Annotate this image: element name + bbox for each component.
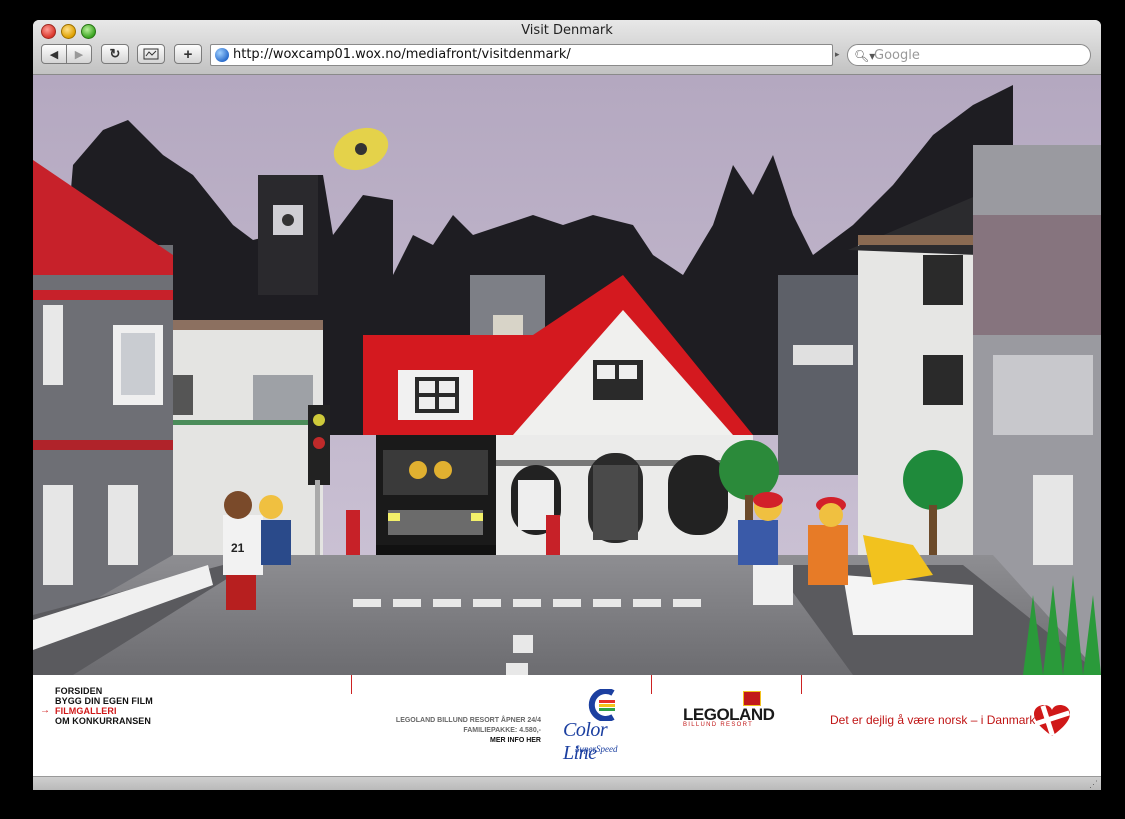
status-bar: ⋰	[33, 776, 1101, 790]
colorline-sub: SuperSpeed	[575, 744, 618, 754]
nav-om-konkurransen[interactable]: OM KONKURRANSEN	[55, 716, 153, 726]
back-arrow-icon: ◀	[49, 48, 59, 61]
legoland-logo[interactable]: LEGOLAND BILLUND RESORT	[683, 691, 775, 728]
lego-brick-icon	[743, 691, 761, 706]
legoland-promo[interactable]: LEGOLAND BILLUND RESORT ÅPNER 24/4 FAMIL…	[396, 716, 541, 746]
site-footer: → FORSIDEN BYGG DIN EGEN FILM FILMGALLER…	[33, 675, 1101, 776]
promo-line-2: FAMILIEPAKKE: 4.580,-	[463, 727, 541, 734]
colorline-mark-icon	[588, 689, 615, 721]
title-bar: Visit Denmark ◀ ▶ ↻ + http://woxcamp01.w…	[33, 20, 1101, 75]
address-bar[interactable]: http://woxcamp01.wox.no/mediafront/visit…	[210, 44, 833, 66]
forward-button[interactable]: ▶	[66, 44, 92, 64]
reload-button[interactable]: ↻	[101, 44, 129, 64]
site-nav: → FORSIDEN BYGG DIN EGEN FILM FILMGALLER…	[40, 686, 153, 726]
active-arrow-icon: →	[40, 705, 50, 716]
reload-icon: ↻	[109, 46, 121, 61]
back-button[interactable]: ◀	[41, 44, 67, 64]
nav-filmgalleri[interactable]: FILMGALLERI	[55, 706, 153, 716]
divider	[651, 675, 652, 694]
globe-icon	[215, 48, 229, 62]
svg-text:21: 21	[231, 541, 245, 555]
nav-bygg-din-egen-film[interactable]: BYGG DIN EGEN FILM	[55, 696, 153, 706]
window-title: Visit Denmark	[521, 23, 613, 38]
address-url: http://woxcamp01.wox.no/mediafront/visit…	[233, 47, 571, 62]
add-bookmark-button[interactable]: +	[174, 44, 202, 64]
snapback-button[interactable]	[137, 44, 165, 64]
divider	[801, 675, 802, 694]
tagline[interactable]: Det er dejlig å være norsk – i Danmark	[830, 713, 1035, 727]
divider	[351, 675, 352, 694]
promo-more-info-link[interactable]: MER INFO HER	[396, 736, 541, 746]
colorline-name: Color Line	[563, 719, 608, 764]
lego-town-video-frame[interactable]: 21	[33, 75, 1101, 675]
search-placeholder: Google	[874, 48, 920, 63]
browser-window: Visit Denmark ◀ ▶ ↻ + http://woxcamp01.w…	[33, 20, 1101, 790]
search-icon: 🔍︎▾	[854, 49, 876, 63]
resize-grip-icon[interactable]: ⋰	[1089, 779, 1098, 790]
plus-icon: +	[183, 45, 193, 63]
search-field[interactable]: 🔍︎▾ Google	[847, 44, 1091, 66]
address-bar-menu-icon[interactable]: ▸	[835, 49, 840, 60]
nav-forsiden[interactable]: FORSIDEN	[55, 686, 153, 696]
lego-city-scene-image: 21	[33, 75, 1101, 675]
colorline-logo[interactable]: Color Line SuperSpeed	[563, 689, 643, 764]
snapback-icon	[143, 48, 159, 60]
promo-line-1: LEGOLAND BILLUND RESORT ÅPNER 24/4	[395, 717, 541, 724]
danish-flag-heart-icon	[1034, 705, 1071, 737]
forward-arrow-icon: ▶	[74, 48, 84, 61]
